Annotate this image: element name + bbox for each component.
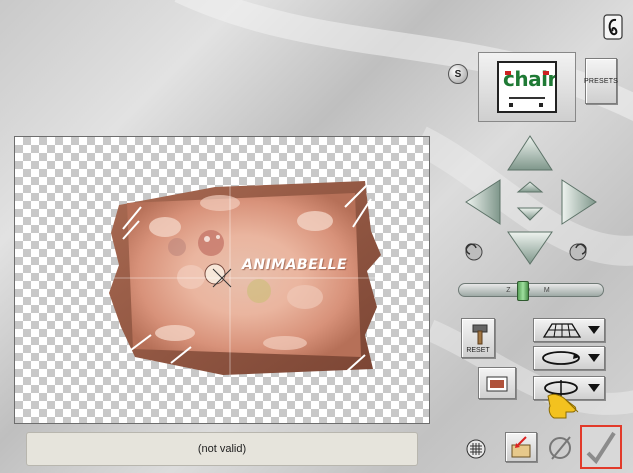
thumbnail-image: chair — [497, 61, 557, 113]
help-icon — [603, 14, 623, 40]
cancel-button[interactable] — [546, 433, 574, 463]
frame-preview-image — [109, 181, 381, 377]
reset-button[interactable]: RESET — [461, 318, 495, 358]
open-file-icon — [511, 436, 531, 458]
cancel-icon — [549, 436, 571, 460]
status-bar: (not valid) — [26, 432, 418, 466]
arrow-up-icon[interactable] — [507, 135, 553, 171]
rotate-dropdown[interactable] — [533, 346, 605, 370]
rotate-right-icon[interactable] — [569, 243, 587, 261]
grid-icon — [466, 439, 486, 459]
rotate-left-icon[interactable] — [465, 243, 483, 261]
preview-watermark: ANIMABELLE — [242, 257, 348, 273]
s-badge-label: S — [454, 68, 462, 80]
pointing-hand-icon — [547, 393, 579, 419]
chevron-down-icon — [588, 354, 600, 362]
image-thumbnail-icon — [486, 376, 508, 392]
navigation-pad — [465, 135, 597, 265]
presets-button[interactable]: PRESETS — [583, 58, 619, 104]
arrow-down-icon[interactable] — [507, 231, 553, 265]
checkmark-icon — [586, 431, 616, 465]
hammer-icon — [472, 324, 488, 345]
zoom-label: Z O M — [506, 286, 556, 294]
grid-toggle-button[interactable] — [465, 438, 487, 460]
mesh-grid-icon — [542, 323, 582, 338]
mesh-dropdown[interactable] — [533, 318, 605, 342]
center-up-arrow-icon[interactable] — [516, 181, 544, 193]
s-badge-button[interactable]: S — [448, 64, 468, 84]
help-button[interactable] — [602, 14, 624, 40]
preset-thumbnail[interactable]: chair — [478, 52, 576, 122]
zoom-slider-thumb[interactable] — [517, 281, 529, 301]
chevron-down-icon — [588, 326, 600, 334]
chevron-down-icon — [588, 384, 600, 392]
open-file-button[interactable] — [505, 432, 537, 462]
reset-label: RESET — [466, 347, 490, 354]
presets-label: PRESETS — [583, 77, 619, 85]
preview-canvas[interactable]: ANIMABELLE — [14, 136, 430, 424]
arrow-left-icon[interactable] — [465, 179, 501, 225]
status-text: (not valid) — [197, 443, 247, 455]
ok-button[interactable] — [580, 425, 622, 469]
thumbnail-decor — [505, 71, 549, 107]
zoom-slider[interactable]: Z O M — [458, 281, 604, 301]
center-down-arrow-icon[interactable] — [516, 207, 544, 221]
image-swap-button[interactable] — [478, 367, 516, 399]
arrow-right-icon[interactable] — [561, 179, 597, 225]
rotate-ellipse-icon — [542, 351, 580, 365]
